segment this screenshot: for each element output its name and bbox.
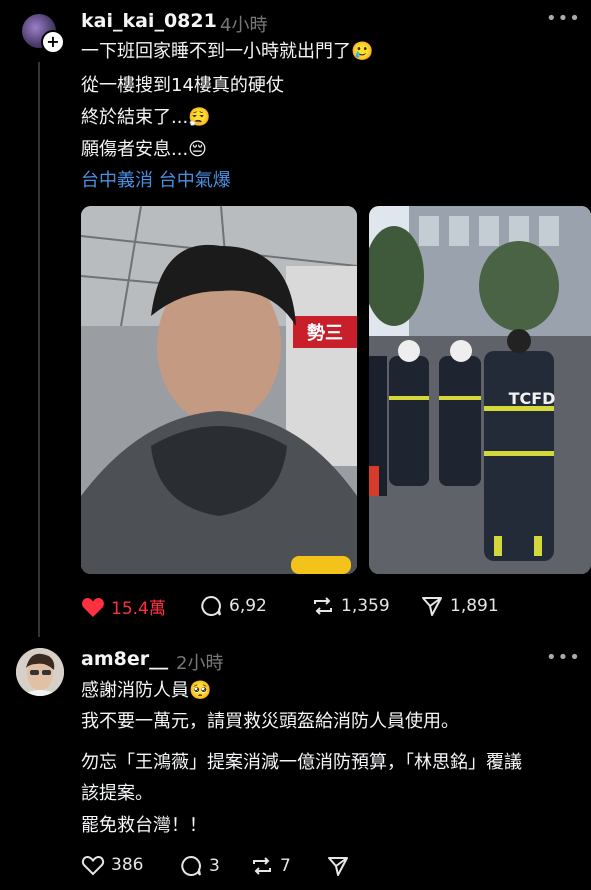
post-more-icon[interactable]: ••• xyxy=(546,8,581,29)
post-time: 4小時 xyxy=(220,15,268,36)
comment-icon xyxy=(181,855,201,876)
reply-share-button[interactable] xyxy=(326,854,350,878)
post-text-line-2: 從一樓搜到14樓真的硬仗 xyxy=(81,75,284,96)
post-image-selfie[interactable]: 勢三 xyxy=(81,206,357,574)
reply-comment-button[interactable]: 3 xyxy=(179,854,220,878)
reply-comment-count: 3 xyxy=(209,856,220,876)
reply-avatar-illustration xyxy=(16,648,64,696)
firefighters-illustration: TCFD xyxy=(369,206,591,574)
selfie-illustration: 勢三 xyxy=(81,206,357,574)
thread-line xyxy=(38,62,40,637)
reply-username[interactable]: am8er__ xyxy=(81,648,168,670)
post-like-count: 15.4萬 xyxy=(111,599,166,619)
reply-text-line-1: 感謝消防人員🥺 xyxy=(81,680,212,701)
reply-text-line-2: 我不要一萬元，請買救災頭盔給消防人員使用。 xyxy=(81,711,459,732)
post-text-line-3: 終於結束了...😮‍💨 xyxy=(81,107,211,128)
post-image-firefighters[interactable]: TCFD xyxy=(369,206,591,574)
reply-text-line-4: 該提案。 xyxy=(81,783,153,804)
post-text-line-1: 一下班回家睡不到一小時就出門了🥲 xyxy=(81,41,374,62)
tag-link[interactable]: 台中氣爆 xyxy=(159,170,231,191)
share-send-icon xyxy=(328,857,348,876)
comment-icon xyxy=(201,595,221,616)
post-comment-count: 6,92 xyxy=(229,596,267,616)
post-text-line-4: 願傷者安息...😔 xyxy=(81,139,207,160)
follow-plus-icon[interactable]: + xyxy=(41,30,65,54)
post-username[interactable]: kai_kai_0821 xyxy=(81,10,217,32)
heart-filled-icon xyxy=(82,597,104,617)
post-share-count: 1,891 xyxy=(450,596,499,616)
reply-repost-button[interactable]: 7 xyxy=(250,854,291,878)
post-share-button[interactable]: 1,891 xyxy=(420,594,499,618)
tag-link[interactable]: 台中義消 xyxy=(81,170,153,191)
reply-text-line-3: 勿忘「王鴻薇」提案消減一億消防預算，「林思銘」覆議 xyxy=(81,752,522,773)
share-send-icon xyxy=(422,597,442,616)
reply-repost-count: 7 xyxy=(280,856,291,876)
svg-text:勢三: 勢三 xyxy=(307,322,343,344)
jacket-tcfd-label: TCFD xyxy=(509,389,556,408)
reply-avatar[interactable] xyxy=(16,648,64,696)
post-comment-button[interactable]: 6,92 xyxy=(199,594,267,618)
reply-more-icon[interactable]: ••• xyxy=(546,647,581,668)
post-like-button[interactable]: 15.4萬 xyxy=(81,594,166,619)
reply-like-button[interactable]: 386 xyxy=(81,854,143,876)
post-repost-button[interactable]: 1,359 xyxy=(311,594,390,618)
post-repost-count: 1,359 xyxy=(341,596,390,616)
repost-icon xyxy=(314,597,332,615)
reply-time: 2小時 xyxy=(176,653,224,674)
repost-icon xyxy=(253,857,271,875)
heart-outline-icon xyxy=(81,855,105,876)
reply-like-count: 386 xyxy=(111,855,144,875)
post-tags: 台中義消 台中氣爆 xyxy=(81,170,231,192)
reply-text-line-5: 罷免救台灣！！ xyxy=(81,815,207,836)
